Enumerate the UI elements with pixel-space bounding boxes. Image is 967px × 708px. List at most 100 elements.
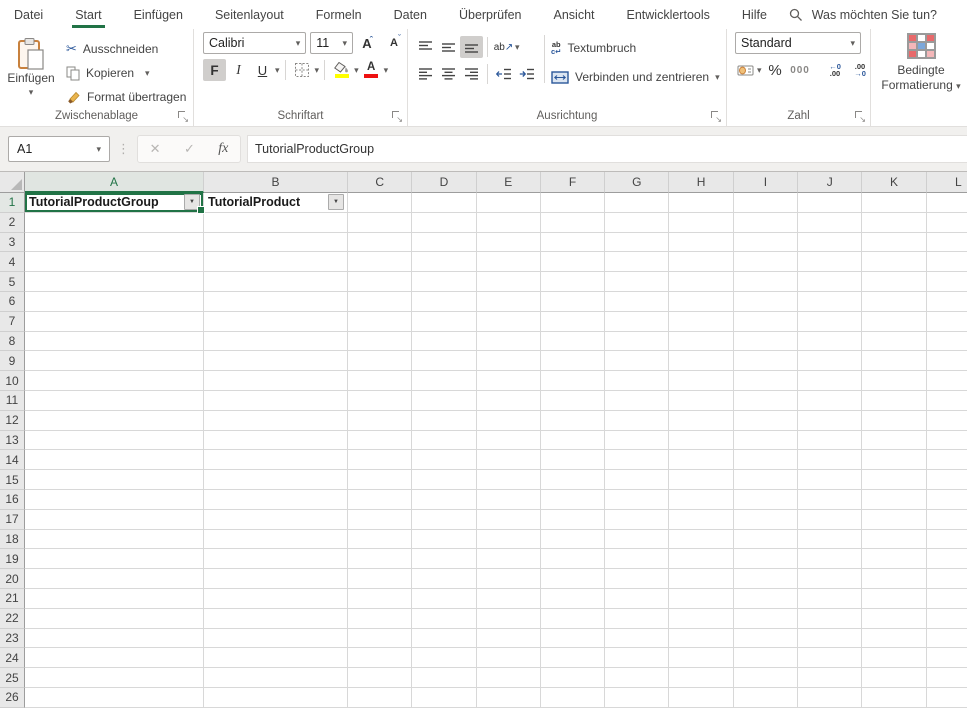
cell-D19[interactable] bbox=[412, 549, 476, 569]
cell-J14[interactable] bbox=[798, 450, 862, 470]
cell-L14[interactable] bbox=[927, 450, 967, 470]
fill-color-dropdown-arrow[interactable]: ▾ bbox=[354, 65, 359, 76]
cell-H6[interactable] bbox=[669, 292, 733, 312]
cell-G18[interactable] bbox=[605, 530, 669, 550]
cell-B9[interactable] bbox=[204, 351, 348, 371]
cell-E10[interactable] bbox=[477, 371, 541, 391]
cell-F24[interactable] bbox=[541, 648, 605, 668]
cell-K10[interactable] bbox=[862, 371, 926, 391]
cell-A4[interactable] bbox=[25, 252, 204, 272]
cell-J2[interactable] bbox=[798, 213, 862, 233]
cell-E17[interactable] bbox=[477, 510, 541, 530]
cell-E23[interactable] bbox=[477, 629, 541, 649]
cell-B12[interactable] bbox=[204, 411, 348, 431]
cell-B15[interactable] bbox=[204, 470, 348, 490]
cell-I1[interactable] bbox=[734, 193, 798, 213]
tab-einfügen[interactable]: Einfügen bbox=[133, 0, 184, 29]
cell-H22[interactable] bbox=[669, 609, 733, 629]
cell-L20[interactable] bbox=[927, 569, 967, 589]
cell-L6[interactable] bbox=[927, 292, 967, 312]
cell-L1[interactable] bbox=[927, 193, 967, 213]
cell-A2[interactable] bbox=[25, 213, 204, 233]
cell-K14[interactable] bbox=[862, 450, 926, 470]
cell-J22[interactable] bbox=[798, 609, 862, 629]
align-bottom-button[interactable] bbox=[460, 36, 483, 58]
row-header-6[interactable]: 6 bbox=[0, 292, 25, 312]
cell-I7[interactable] bbox=[734, 312, 798, 332]
cell-L13[interactable] bbox=[927, 431, 967, 451]
cell-J5[interactable] bbox=[798, 272, 862, 292]
increase-indent-button[interactable] bbox=[515, 63, 538, 85]
cell-F1[interactable] bbox=[541, 193, 605, 213]
cell-B21[interactable] bbox=[204, 589, 348, 609]
align-center-button[interactable] bbox=[437, 63, 460, 85]
cell-D18[interactable] bbox=[412, 530, 476, 550]
orientation-button[interactable]: ab ↗ bbox=[492, 36, 515, 58]
percent-style-button[interactable]: % bbox=[764, 59, 787, 81]
cell-C23[interactable] bbox=[348, 629, 412, 649]
cell-J6[interactable] bbox=[798, 292, 862, 312]
cell-F11[interactable] bbox=[541, 391, 605, 411]
cell-E3[interactable] bbox=[477, 233, 541, 253]
cell-K3[interactable] bbox=[862, 233, 926, 253]
cell-D16[interactable] bbox=[412, 490, 476, 510]
cell-C19[interactable] bbox=[348, 549, 412, 569]
cell-D10[interactable] bbox=[412, 371, 476, 391]
cell-E15[interactable] bbox=[477, 470, 541, 490]
cell-H16[interactable] bbox=[669, 490, 733, 510]
cell-I18[interactable] bbox=[734, 530, 798, 550]
underline-button[interactable]: U bbox=[251, 59, 274, 81]
cell-K2[interactable] bbox=[862, 213, 926, 233]
cell-K22[interactable] bbox=[862, 609, 926, 629]
cell-H14[interactable] bbox=[669, 450, 733, 470]
name-box[interactable]: A1 ▾ bbox=[8, 136, 110, 162]
cell-J10[interactable] bbox=[798, 371, 862, 391]
cell-B19[interactable] bbox=[204, 549, 348, 569]
cell-E22[interactable] bbox=[477, 609, 541, 629]
font-color-button[interactable]: A bbox=[360, 59, 383, 81]
cell-G20[interactable] bbox=[605, 569, 669, 589]
cell-E7[interactable] bbox=[477, 312, 541, 332]
cell-B25[interactable] bbox=[204, 668, 348, 688]
select-all-corner[interactable] bbox=[0, 172, 25, 193]
cell-L22[interactable] bbox=[927, 609, 967, 629]
borders-dropdown-arrow[interactable]: ▾ bbox=[315, 65, 320, 76]
cell-K1[interactable] bbox=[862, 193, 926, 213]
cell-B2[interactable] bbox=[204, 213, 348, 233]
cell-I17[interactable] bbox=[734, 510, 798, 530]
tab-ansicht[interactable]: Ansicht bbox=[553, 0, 596, 29]
clipboard-dialog-launcher[interactable] bbox=[178, 111, 188, 121]
cell-I13[interactable] bbox=[734, 431, 798, 451]
row-header-13[interactable]: 13 bbox=[0, 431, 25, 451]
cell-B14[interactable] bbox=[204, 450, 348, 470]
cell-B7[interactable] bbox=[204, 312, 348, 332]
cell-K24[interactable] bbox=[862, 648, 926, 668]
cell-D9[interactable] bbox=[412, 351, 476, 371]
cell-H21[interactable] bbox=[669, 589, 733, 609]
cell-D5[interactable] bbox=[412, 272, 476, 292]
cell-I9[interactable] bbox=[734, 351, 798, 371]
align-middle-button[interactable] bbox=[437, 36, 460, 58]
cell-D21[interactable] bbox=[412, 589, 476, 609]
cell-E19[interactable] bbox=[477, 549, 541, 569]
cell-L5[interactable] bbox=[927, 272, 967, 292]
column-header-J[interactable]: J bbox=[798, 172, 862, 193]
cell-C11[interactable] bbox=[348, 391, 412, 411]
cell-J25[interactable] bbox=[798, 668, 862, 688]
cell-L9[interactable] bbox=[927, 351, 967, 371]
cell-J15[interactable] bbox=[798, 470, 862, 490]
cell-K13[interactable] bbox=[862, 431, 926, 451]
cell-B26[interactable] bbox=[204, 688, 348, 708]
cell-G10[interactable] bbox=[605, 371, 669, 391]
row-header-19[interactable]: 19 bbox=[0, 549, 25, 569]
accounting-format-button[interactable] bbox=[735, 59, 755, 81]
cell-H1[interactable] bbox=[669, 193, 733, 213]
cell-E9[interactable] bbox=[477, 351, 541, 371]
cell-C4[interactable] bbox=[348, 252, 412, 272]
cell-L16[interactable] bbox=[927, 490, 967, 510]
cell-G19[interactable] bbox=[605, 549, 669, 569]
font-color-dropdown-arrow[interactable]: ▾ bbox=[384, 65, 389, 76]
cell-I12[interactable] bbox=[734, 411, 798, 431]
bold-button[interactable]: F bbox=[203, 59, 226, 81]
cell-C14[interactable] bbox=[348, 450, 412, 470]
